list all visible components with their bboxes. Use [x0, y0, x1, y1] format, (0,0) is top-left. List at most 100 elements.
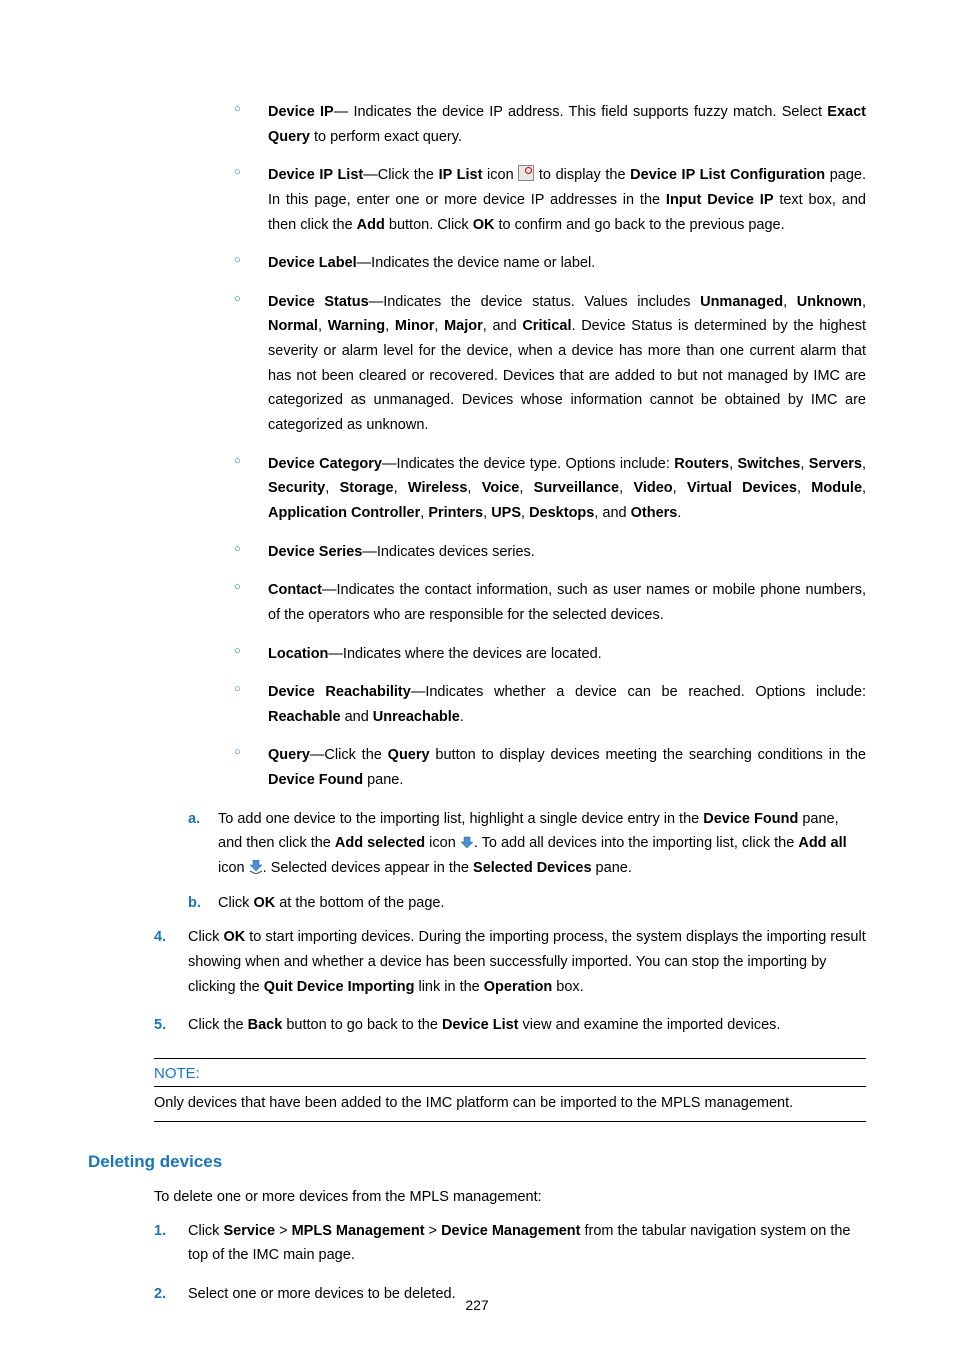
marker: 4. [154, 925, 166, 950]
bold: Application Controller [268, 505, 420, 521]
bold: Storage [340, 480, 394, 496]
text: , and [483, 318, 523, 334]
bold: Printers [428, 505, 483, 521]
text: . To add all devices into the importing … [474, 835, 799, 851]
letter-list: a. To add one device to the importing li… [188, 807, 866, 916]
text: box. [552, 979, 583, 995]
text: — Indicates the device IP address. This … [334, 104, 828, 120]
term: Device Status [268, 294, 369, 310]
bold: Others [631, 505, 678, 521]
bold: Voice [482, 480, 520, 496]
bullet-item: Device Category—Indicates the device typ… [234, 452, 866, 526]
bold: Routers [674, 456, 729, 472]
bullet-list: Device IP— Indicates the device IP addre… [234, 100, 866, 793]
bold: Add [357, 217, 385, 233]
text: button. Click [385, 217, 473, 233]
bold: Device Management [441, 1223, 580, 1239]
term: Device Label [268, 255, 357, 271]
text: , [385, 318, 395, 334]
text: —Indicates the device name or label. [357, 255, 596, 271]
bold: Virtual Devices [687, 480, 797, 496]
bold: Device IP List Configuration [630, 167, 825, 183]
bullet-item: Device IP List—Click the IP List icon to… [234, 163, 866, 237]
bullet-item: Contact—Indicates the contact informatio… [234, 578, 866, 627]
bullet-item: Device Status—Indicates the device statu… [234, 290, 866, 438]
marker: b. [188, 891, 201, 916]
text: , [862, 294, 866, 310]
term: Device Category [268, 456, 382, 472]
bold: Module [811, 480, 862, 496]
note-body: Only devices that have been added to the… [154, 1089, 866, 1115]
text: —Indicates the contact information, such… [268, 582, 866, 623]
page-number: 227 [0, 1297, 954, 1313]
bold: Minor [395, 318, 434, 334]
term: Device IP [268, 104, 334, 120]
bullet-item: Query—Click the Query button to display … [234, 743, 866, 792]
bold: Add all [798, 835, 846, 851]
bold: Device Found [703, 811, 798, 827]
note-heading: NOTE: [154, 1065, 866, 1087]
bullet-item: Location—Indicates where the devices are… [234, 642, 866, 667]
text: , [619, 480, 633, 496]
text: . [677, 505, 681, 521]
text: Click [188, 1223, 223, 1239]
bullet-item: Device Series—Indicates devices series. [234, 540, 866, 565]
text: —Indicates the device type. Options incl… [382, 456, 674, 472]
note-box: NOTE: Only devices that have been added … [154, 1058, 866, 1122]
bold: OK [473, 217, 495, 233]
text: > [275, 1223, 292, 1239]
bold: Quit Device Importing [264, 979, 415, 995]
text: . Selected devices appear in the [263, 860, 473, 876]
bold: Unmanaged [700, 294, 783, 310]
add-selected-icon [460, 833, 474, 847]
bold: Servers [809, 456, 862, 472]
text: . Device Status is determined by the hig… [268, 318, 866, 433]
text: , and [594, 505, 630, 521]
number-item: 5. Click the Back button to go back to t… [154, 1013, 866, 1038]
text: Click the [188, 1017, 248, 1033]
text: , [519, 480, 533, 496]
text: icon [425, 835, 460, 851]
number-item: 1. Click Service > MPLS Management > Dev… [154, 1219, 866, 1268]
text: —Indicates devices series. [362, 544, 534, 560]
bold: Service [223, 1223, 275, 1239]
text: button to display devices meeting the se… [430, 747, 866, 763]
text: , [483, 505, 491, 521]
bold: Video [633, 480, 672, 496]
bold: Wireless [408, 480, 468, 496]
text: link in the [414, 979, 483, 995]
bold: Input Device IP [666, 192, 774, 208]
ip-list-icon [518, 165, 534, 181]
term: Device IP List [268, 167, 363, 183]
add-all-icon [249, 858, 263, 872]
text: —Indicates the device status. Values inc… [369, 294, 700, 310]
bold: Query [388, 747, 430, 763]
text: —Click the [310, 747, 388, 763]
bullet-item: Device IP— Indicates the device IP addre… [234, 100, 866, 149]
bold: Back [248, 1017, 283, 1033]
text: , [800, 456, 808, 472]
text: To add one device to the importing list,… [218, 811, 703, 827]
term: Contact [268, 582, 322, 598]
text: button to go back to the [282, 1017, 442, 1033]
term: Query [268, 747, 310, 763]
marker: 1. [154, 1219, 166, 1244]
bold: Unknown [797, 294, 862, 310]
text: , [862, 480, 866, 496]
text: , [521, 505, 529, 521]
marker: a. [188, 807, 200, 832]
number-item: 4. Click OK to start importing devices. … [154, 925, 866, 999]
term: Device Series [268, 544, 362, 560]
text: to perform exact query. [310, 129, 462, 145]
text: —Click the [363, 167, 438, 183]
bold: OK [223, 929, 245, 945]
bold: UPS [491, 505, 521, 521]
text: —Indicates whether a device can be reach… [411, 684, 866, 700]
text: , [394, 480, 408, 496]
text: at the bottom of the page. [275, 895, 444, 911]
text: to confirm and go back to the previous p… [494, 217, 784, 233]
text: , [862, 456, 866, 472]
term: Device Reachability [268, 684, 411, 700]
letter-item: b. Click OK at the bottom of the page. [188, 891, 866, 916]
text: icon [218, 860, 249, 876]
